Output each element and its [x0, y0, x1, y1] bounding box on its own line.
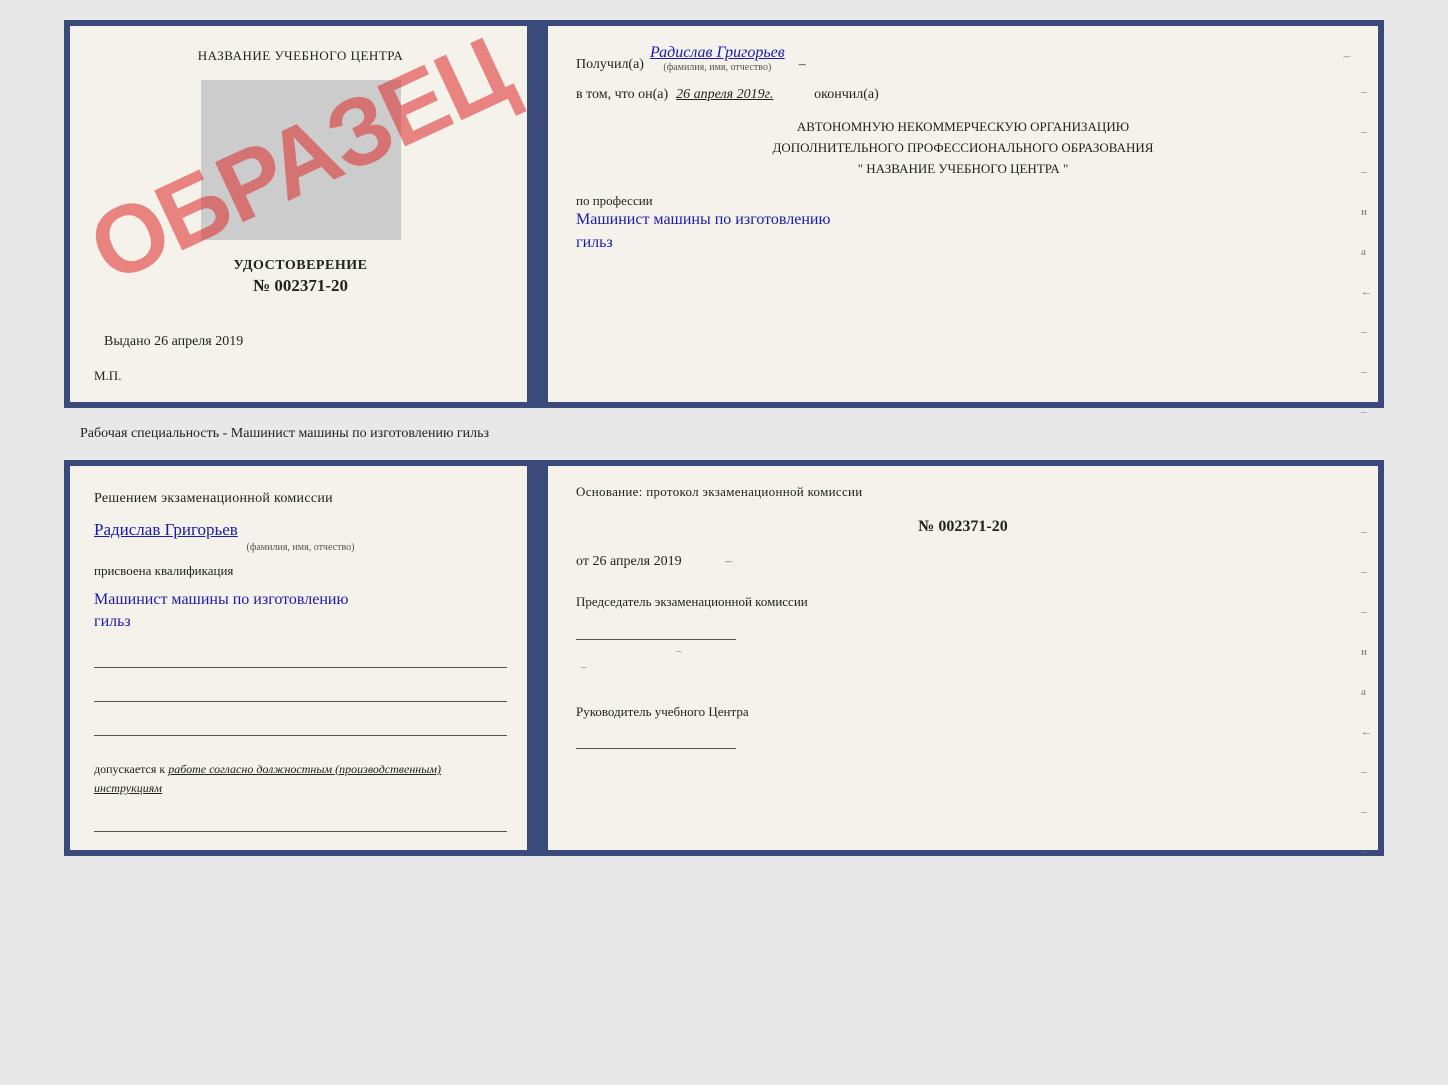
- fio-label-bottom: (фамилия, имя, отчество): [94, 542, 507, 553]
- decision-title: Решением экзаменационной комиссии: [94, 488, 507, 509]
- protocol-number: № 002371-20: [576, 518, 1350, 536]
- dopuskaetsya-label: допускается к: [94, 762, 165, 776]
- rukovoditel-block: Руководитель учебного Центра: [576, 702, 1350, 750]
- org-line3: " НАЗВАНИЕ УЧЕБНОГО ЦЕНТРА ": [576, 159, 1350, 180]
- qualification-name: Машинист машины по изготовлению гильз: [94, 589, 507, 634]
- underline-2: [94, 684, 507, 702]
- protocol-date-value: 26 апреля 2019: [592, 554, 681, 569]
- org-line1: АВТОНОМНУЮ НЕКОММЕРЧЕСКУЮ ОРГАНИЗАЦИЮ: [576, 117, 1350, 138]
- underline-1: [94, 650, 507, 668]
- mp-line: М.П.: [94, 368, 121, 384]
- underline-dopusk: [94, 814, 507, 832]
- top-doc-left: НАЗВАНИЕ УЧЕБНОГО ЦЕНТРА ОБРАЗЕЦ УДОСТОВ…: [70, 26, 530, 402]
- vtom-line: в том, что он(а) 26 апреля 2019г. окончи…: [576, 87, 1350, 103]
- cert-number: № 002371-20: [234, 276, 368, 296]
- profession-block: по профессии Машинист машины по изготовл…: [576, 193, 1350, 254]
- vtom-label: в том, что он(а): [576, 87, 668, 103]
- protocol-date: от 26 апреля 2019 –: [576, 554, 1350, 570]
- chairman-signature: [576, 624, 736, 640]
- received-line: Получил(а) Радислав Григорьев (фамилия, …: [576, 44, 1350, 73]
- cert-title: УДОСТОВЕРЕНИЕ: [234, 258, 368, 274]
- vydano-line: Выдано 26 апреля 2019: [94, 334, 243, 350]
- top-doc-right: Получил(а) Радислав Григорьев (фамилия, …: [548, 26, 1378, 402]
- chairman-label: Председатель экзаменационной комиссии: [576, 592, 1350, 612]
- bottom-doc-right: Основание: протокол экзаменационной коми…: [548, 466, 1378, 850]
- received-name: Радислав Григорьев: [650, 44, 785, 61]
- person-block-bottom: Радислав Григорьев (фамилия, имя, отчест…: [94, 519, 507, 553]
- top-right-dash: –: [1344, 48, 1351, 64]
- underline-3: [94, 718, 507, 736]
- bottom-document: Решением экзаменационной комиссии Радисл…: [64, 460, 1384, 856]
- okonchil-label: окончил(а): [814, 87, 879, 103]
- vtom-date: 26 апреля 2019г.: [676, 87, 806, 103]
- chairman-block: Председатель экзаменационной комиссии – …: [576, 592, 1350, 676]
- profession-label: по профессии: [576, 193, 1350, 209]
- dash-top: –: [799, 57, 806, 73]
- school-title-top: НАЗВАНИЕ УЧЕБНОГО ЦЕНТРА: [198, 48, 403, 64]
- spine-top: [530, 26, 548, 402]
- org-block: АВТОНОМНУЮ НЕКОММЕРЧЕСКУЮ ОРГАНИЗАЦИЮ ДО…: [576, 117, 1350, 179]
- rukovoditel-signature: [576, 733, 736, 749]
- side-marks-top: – – – и а ← – – –: [1361, 86, 1372, 418]
- fio-label-top: (фамилия, имя, отчество): [650, 62, 785, 73]
- prisvoena-label: присвоена квалификация: [94, 563, 507, 579]
- between-label: Рабочая специальность - Машинист машины …: [20, 426, 489, 442]
- osnovanie-label: Основание: протокол экзаменационной коми…: [576, 484, 1350, 500]
- rukovoditel-label: Руководитель учебного Центра: [576, 702, 1350, 722]
- received-label: Получил(а): [576, 57, 644, 73]
- side-marks-bottom: – – – и а ← – – –: [1361, 526, 1372, 858]
- protocol-date-prefix: от: [576, 554, 589, 569]
- person-name-cursive: Радислав Григорьев: [94, 520, 238, 539]
- org-line2: ДОПОЛНИТЕЛЬНОГО ПРОФЕССИОНАЛЬНОГО ОБРАЗО…: [576, 138, 1350, 159]
- top-document: НАЗВАНИЕ УЧЕБНОГО ЦЕНТРА ОБРАЗЕЦ УДОСТОВ…: [64, 20, 1384, 408]
- cert-block: УДОСТОВЕРЕНИЕ № 002371-20: [234, 258, 368, 296]
- bottom-doc-left: Решением экзаменационной комиссии Радисл…: [70, 466, 530, 850]
- photo-placeholder: [201, 80, 401, 240]
- dopuskaetsya-block: допускается к работе согласно должностны…: [94, 760, 507, 798]
- profession-name: Машинист машины по изготовлению гильз: [576, 209, 1350, 254]
- spine-bottom: [530, 466, 548, 850]
